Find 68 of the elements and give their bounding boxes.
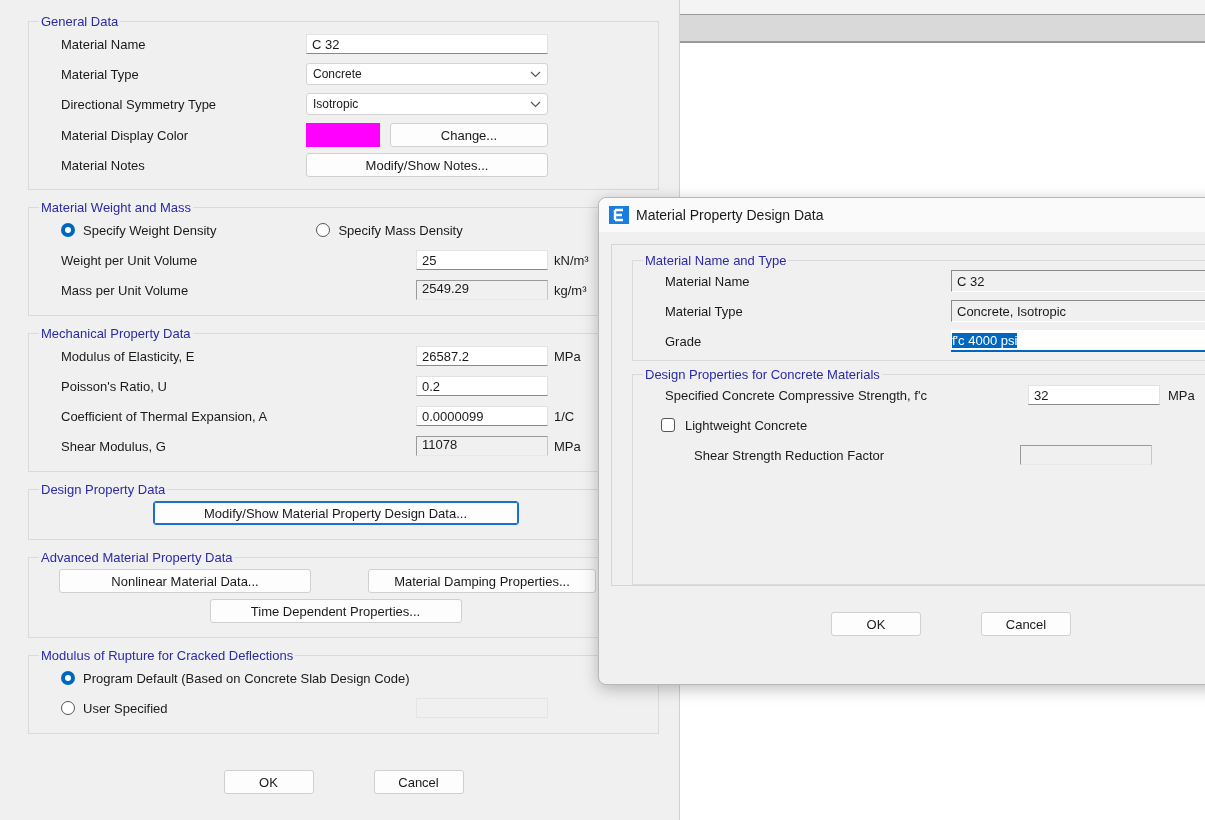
- option-label: Specify Weight Density: [83, 222, 217, 238]
- unit-label: MPa: [1168, 387, 1196, 403]
- chevron-down-icon: [530, 100, 541, 108]
- readonly-field: C 32: [951, 270, 1205, 292]
- option-label: User Specified: [83, 700, 168, 716]
- group-title: Design Properties for Concrete Materials: [644, 367, 881, 382]
- number-field[interactable]: 26587.2: [416, 346, 548, 366]
- unit-label: MPa: [554, 438, 582, 454]
- field-label: Grade: [665, 333, 703, 349]
- dropdown[interactable]: Concrete: [306, 63, 548, 85]
- change-button[interactable]: Change...: [390, 123, 548, 147]
- field-label: Modulus of Elasticity, E: [61, 348, 196, 364]
- unit-label: kg/m³: [554, 282, 588, 298]
- cancel-button[interactable]: Cancel: [373, 770, 464, 794]
- number-field[interactable]: 0.2: [416, 376, 548, 396]
- text-field[interactable]: C 32: [306, 34, 548, 54]
- field-label: Material Display Color: [61, 127, 190, 143]
- grade-field[interactable]: f'c 4000 psi: [951, 330, 1205, 352]
- field-label: Mass per Unit Volume: [61, 282, 190, 298]
- cancel-button[interactable]: Cancel: [981, 612, 1071, 636]
- group-title: General Data: [40, 14, 120, 29]
- readonly-field: Concrete, Isotropic: [951, 300, 1205, 322]
- number-field[interactable]: 0.0000099: [416, 406, 548, 426]
- group-title: Material Name and Type: [644, 253, 788, 268]
- checkbox-label: Lightweight Concrete: [685, 417, 808, 433]
- field-label: Material Type: [665, 303, 744, 319]
- group-title: Advanced Material Property Data: [40, 550, 234, 565]
- field-label: Weight per Unit Volume: [61, 252, 199, 268]
- field-label: Material Name: [665, 273, 751, 289]
- field-label: Poisson's Ratio, U: [61, 378, 168, 394]
- window-title: Material Property Design Data: [636, 207, 824, 223]
- number-field[interactable]: 25: [416, 250, 548, 270]
- radio-button[interactable]: [61, 701, 75, 715]
- ok-button[interactable]: OK: [223, 770, 314, 794]
- color-swatch[interactable]: [306, 123, 380, 147]
- field-label: Specified Concrete Compressive Strength, f'c: [665, 387, 928, 403]
- radio-button[interactable]: [61, 223, 75, 237]
- group-title: Modulus of Rupture for Cracked Deflections: [40, 648, 295, 663]
- unit-label: kN/m³: [554, 252, 590, 268]
- option-label: Specify Mass Density: [338, 222, 463, 238]
- radio-button[interactable]: [316, 223, 331, 237]
- field-label: Material Type: [61, 66, 140, 82]
- advanced-button[interactable]: Nonlinear Material Data...: [59, 569, 311, 593]
- radio-option[interactable]: Specify Mass Density: [316, 219, 463, 241]
- advanced-button[interactable]: Material Damping Properties...: [368, 569, 596, 593]
- field-label: Material Name: [61, 36, 147, 52]
- field-label: Shear Modulus, G: [61, 438, 167, 454]
- unit-label: MPa: [554, 348, 582, 364]
- app-icon: [609, 206, 629, 224]
- field-label: Directional Symmetry Type: [61, 96, 218, 112]
- design-data-button[interactable]: Modify/Show Material Property Design Data...: [152, 501, 519, 525]
- option-label: Program Default (Based on Concrete Slab Design Code): [83, 670, 410, 686]
- field-label: Shear Strength Reduction Factor: [694, 447, 886, 463]
- unit-label: 1/C: [554, 408, 576, 424]
- group-title: Design Property Data: [40, 482, 167, 497]
- notes-button[interactable]: Modify/Show Notes...: [306, 153, 548, 177]
- number-field[interactable]: 32: [1028, 385, 1160, 405]
- radio-button[interactable]: [61, 671, 75, 685]
- group-title: Material Weight and Mass: [40, 200, 193, 215]
- advanced-button[interactable]: Time Dependent Properties...: [209, 599, 462, 623]
- field-label: Coefficient of Thermal Expansion, A: [61, 408, 269, 424]
- radio-option[interactable]: Specify Weight Density: [61, 219, 217, 241]
- checkbox[interactable]: [661, 418, 675, 432]
- field-label: Material Notes: [61, 157, 146, 173]
- chevron-down-icon: [530, 70, 541, 78]
- ok-button[interactable]: OK: [831, 612, 921, 636]
- group-title: Mechanical Property Data: [40, 326, 192, 341]
- dropdown[interactable]: Isotropic: [306, 93, 548, 115]
